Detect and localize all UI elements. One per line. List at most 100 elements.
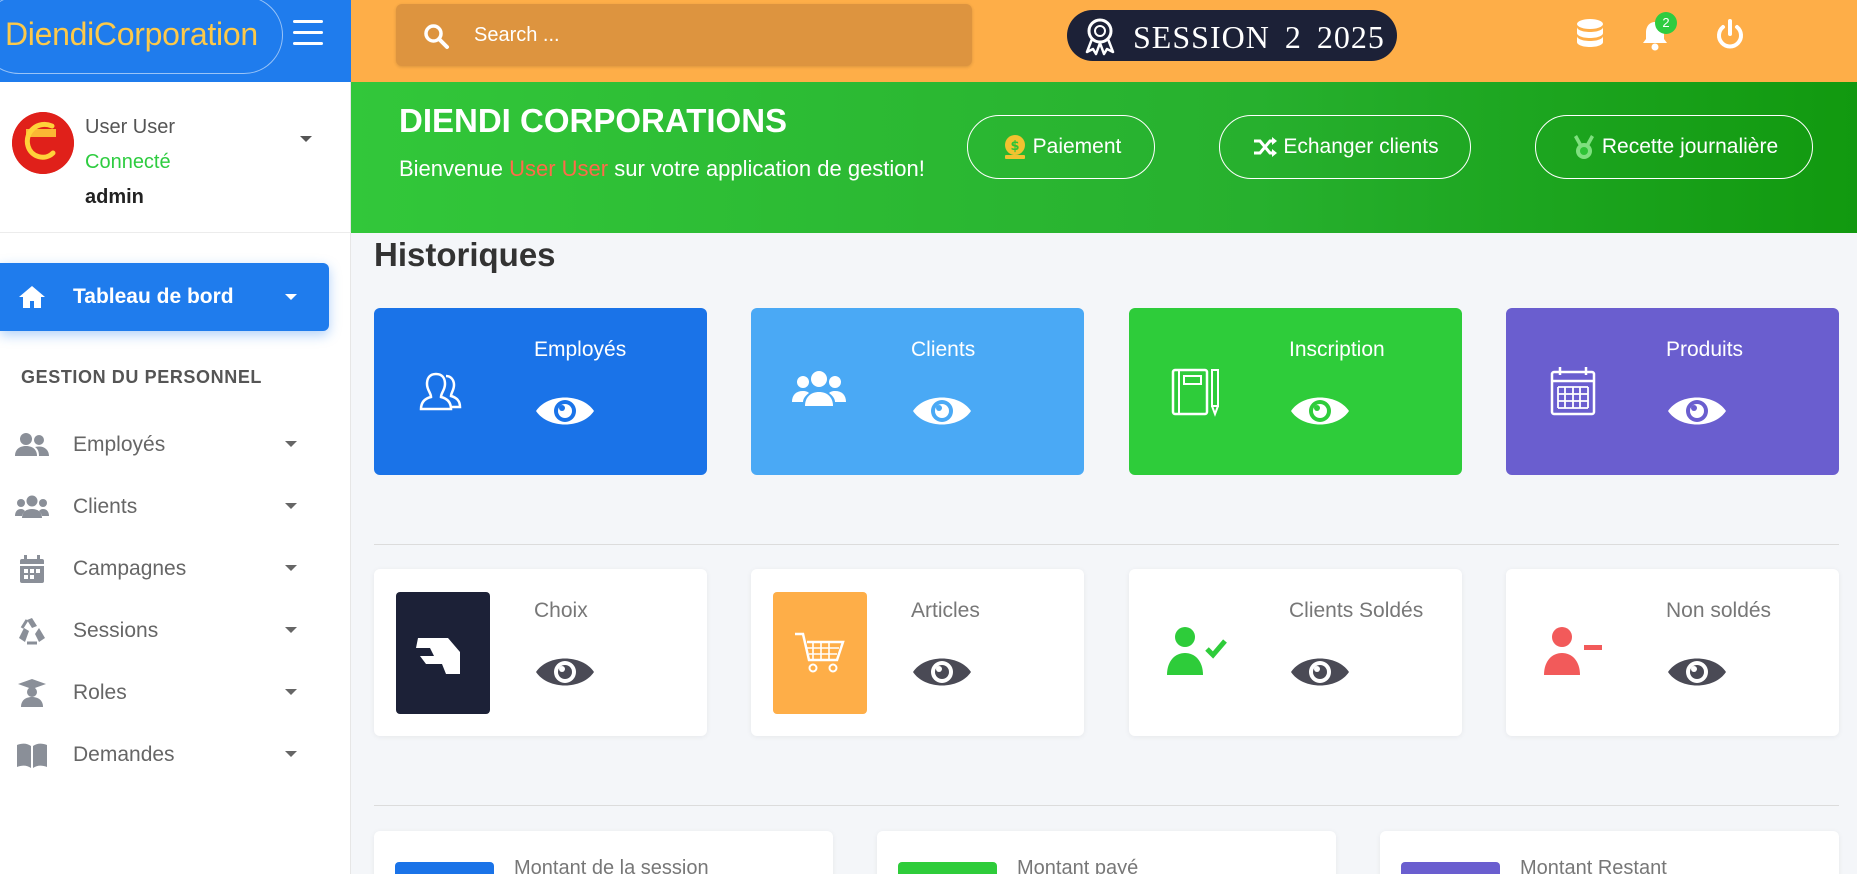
card-montant-session[interactable]: Montant de la session <box>374 831 833 874</box>
sidebar-item-label: Demandes <box>73 743 175 766</box>
users-outline-icon <box>419 372 462 411</box>
search-icon[interactable] <box>422 22 450 50</box>
recette-journaliere-button[interactable]: Recette journalière <box>1535 115 1813 179</box>
session-badge: SESSION 2 2025 <box>1067 10 1397 61</box>
svg-text:$: $ <box>1010 139 1019 154</box>
database-icon[interactable] <box>1574 18 1606 52</box>
sidebar-item-dashboard[interactable]: Tableau de bord <box>0 263 329 331</box>
card-montant-restant[interactable]: Montant Restant <box>1380 831 1839 874</box>
user-status: Connecté <box>85 151 171 173</box>
user-role: admin <box>85 186 144 208</box>
calendar-icon <box>20 555 44 583</box>
card-non-soldes[interactable]: Non soldés <box>1506 569 1839 736</box>
medal-icon <box>1573 135 1594 159</box>
power-icon[interactable] <box>1714 18 1746 52</box>
sidebar-section-title: GESTION DU PERSONNEL <box>21 367 263 387</box>
card-color-swatch <box>1401 862 1500 874</box>
user-name: User User <box>85 116 176 138</box>
card-inscription[interactable]: Inscription <box>1129 308 1462 475</box>
recette-journaliere-label: Recette journalière <box>1601 135 1779 158</box>
card-clients-soldes[interactable]: Clients Soldés <box>1129 569 1462 736</box>
sidebar-item-sessions[interactable]: Sessions <box>0 606 329 656</box>
welcome-prefix: Bienvenue <box>399 156 503 181</box>
calendar-grid-icon <box>1550 367 1596 416</box>
eye-icon[interactable] <box>911 651 973 693</box>
eye-icon[interactable] <box>1666 651 1728 693</box>
avatar-logo-icon <box>12 112 74 174</box>
section-divider <box>374 805 1839 806</box>
users-group-icon <box>15 495 49 518</box>
card-title: Clients Soldés <box>1289 599 1424 622</box>
award-icon <box>1085 18 1115 56</box>
welcome-user: User User <box>509 156 609 181</box>
hand-pointer-icon <box>416 638 460 674</box>
brand-area: DiendiCorporation <box>0 0 351 82</box>
sidebar-item-label: Sessions <box>73 619 159 642</box>
user-minus-icon <box>1544 627 1602 675</box>
banner-welcome-text: Bienvenue User User sur votre applicatio… <box>399 156 925 182</box>
articles-icon-box <box>773 592 867 714</box>
sidebar-item-clients[interactable]: Clients <box>0 482 329 532</box>
search-input[interactable] <box>474 18 944 52</box>
sidebar: User User Connecté admin Tableau de bord… <box>0 82 351 874</box>
eye-icon[interactable] <box>1289 651 1351 693</box>
page-title: Historiques <box>374 236 556 273</box>
search-bar <box>396 4 972 66</box>
user-menu-caret-icon[interactable] <box>300 136 312 142</box>
sidebar-item-demandes[interactable]: Demandes <box>0 730 329 780</box>
card-title: Choix <box>534 599 588 622</box>
card-color-swatch <box>395 862 494 874</box>
sidebar-item-label: Campagnes <box>73 557 187 580</box>
eye-icon[interactable] <box>534 651 596 693</box>
brand-logo-text[interactable]: DiendiCorporation <box>5 16 258 53</box>
top-bar: DiendiCorporation SESSION 2 2025 2 <box>0 0 1857 82</box>
notebook-icon <box>1171 368 1219 417</box>
chevron-down-icon <box>285 689 297 695</box>
choix-icon-box <box>396 592 490 714</box>
sidebar-item-label: Employés <box>73 433 166 456</box>
chevron-down-icon <box>285 565 297 571</box>
card-produits[interactable]: Produits <box>1506 308 1839 475</box>
card-title: Montant de la session <box>514 857 709 874</box>
book-icon <box>17 743 47 768</box>
echanger-clients-button[interactable]: Echanger clients <box>1219 115 1471 179</box>
chevron-down-icon <box>285 441 297 447</box>
users-icon <box>15 433 49 456</box>
card-choix[interactable]: Choix <box>374 569 707 736</box>
chevron-down-icon <box>285 627 297 633</box>
welcome-suffix: sur votre application de gestion! <box>614 156 925 181</box>
card-articles[interactable]: Articles <box>751 569 1084 736</box>
eye-icon[interactable] <box>1289 390 1351 432</box>
card-title: Montant payé <box>1017 857 1139 874</box>
recycle-icon <box>19 618 45 645</box>
chevron-down-icon <box>285 751 297 757</box>
card-montant-paye[interactable]: Montant payé <box>877 831 1336 874</box>
banner-title: DIENDI CORPORATIONS <box>399 102 788 139</box>
home-icon <box>19 286 45 308</box>
graduate-icon <box>18 679 46 707</box>
avatar[interactable] <box>12 112 74 174</box>
section-divider <box>374 544 1839 545</box>
users-group-icon <box>792 371 846 406</box>
eye-icon[interactable] <box>911 390 973 432</box>
menu-toggle-icon[interactable] <box>293 20 323 48</box>
paiement-label: Paiement <box>1032 135 1122 158</box>
shuffle-icon <box>1254 137 1278 157</box>
card-title: Clients <box>911 338 976 361</box>
eye-icon[interactable] <box>1666 390 1728 432</box>
chevron-down-icon <box>285 294 297 300</box>
sidebar-item-roles[interactable]: Roles <box>0 668 329 718</box>
sidebar-item-employes[interactable]: Employés <box>0 420 329 470</box>
card-title: Articles <box>911 599 980 622</box>
card-clients[interactable]: Clients <box>751 308 1084 475</box>
chevron-down-icon <box>285 503 297 509</box>
money-bag-icon: $ <box>1004 135 1025 159</box>
welcome-banner: DIENDI CORPORATIONS Bienvenue User User … <box>351 82 1857 233</box>
sidebar-item-campagnes[interactable]: Campagnes <box>0 544 329 594</box>
card-color-swatch <box>898 862 997 874</box>
eye-icon[interactable] <box>534 390 596 432</box>
card-title: Inscription <box>1289 338 1385 361</box>
sidebar-divider <box>0 232 351 233</box>
paiement-button[interactable]: $ Paiement <box>967 115 1155 179</box>
card-employes[interactable]: Employés <box>374 308 707 475</box>
